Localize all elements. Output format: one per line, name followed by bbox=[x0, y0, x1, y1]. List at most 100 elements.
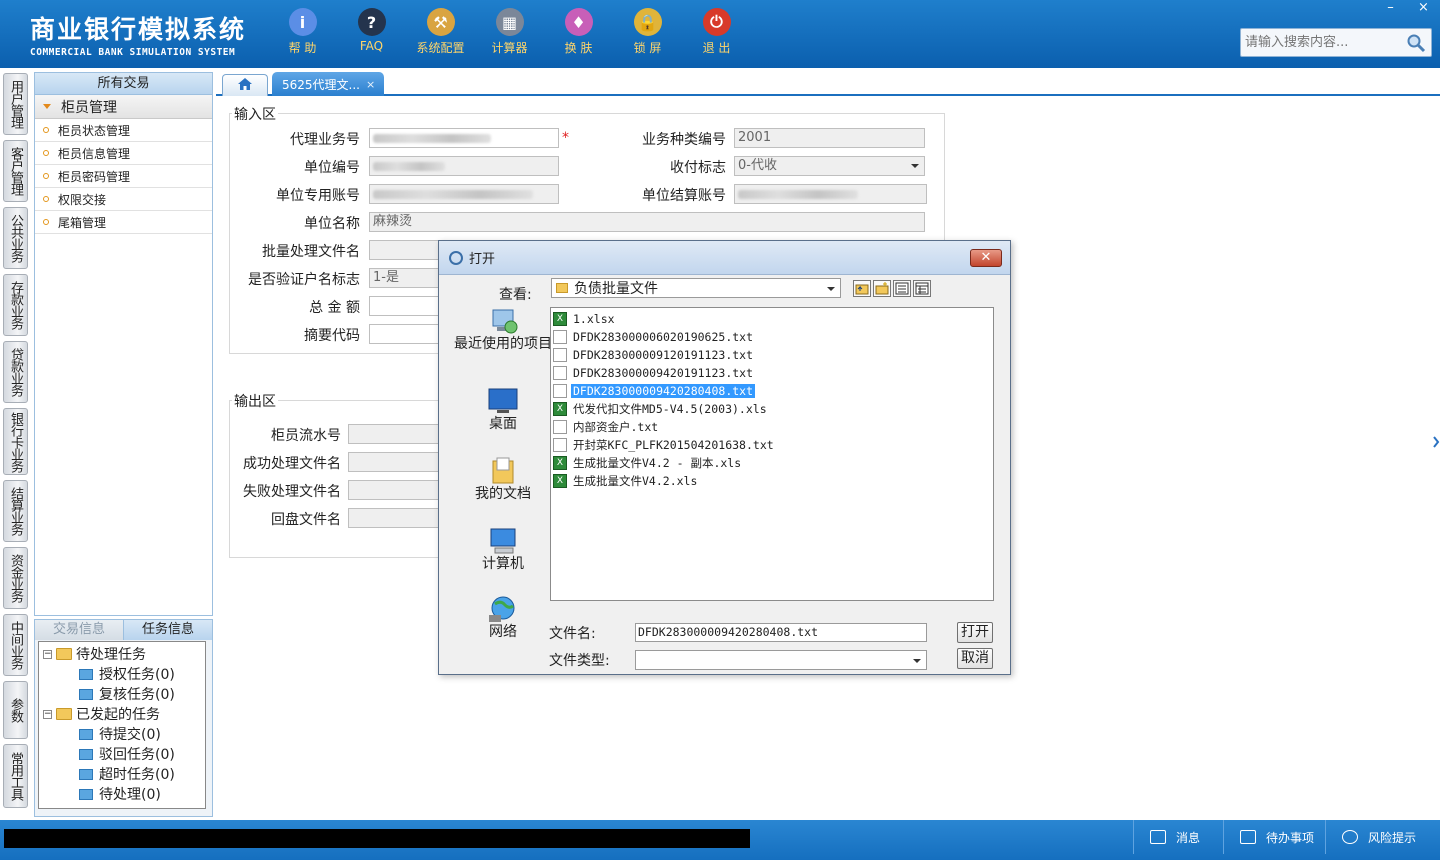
filetype-select[interactable] bbox=[635, 650, 927, 670]
status-message[interactable]: 消息 bbox=[1133, 820, 1223, 854]
module-tab[interactable]: 结算业务 bbox=[3, 480, 28, 542]
batch-file-input[interactable] bbox=[369, 240, 439, 260]
tree-item[interactable]: 驳回任务(0) bbox=[39, 744, 205, 764]
dialog-close-button[interactable]: ✕ bbox=[970, 249, 1002, 267]
nav-item[interactable]: 柜员信息管理 bbox=[35, 142, 212, 165]
collapse-toggle-icon[interactable]: − bbox=[43, 649, 52, 659]
tree-item[interactable]: 授权任务(0) bbox=[39, 664, 205, 684]
place-recent-items[interactable]: 最近使用的项目 bbox=[453, 307, 553, 379]
search-icon[interactable] bbox=[1403, 30, 1429, 56]
summary-code-input[interactable] bbox=[369, 324, 439, 344]
toolbar-info-button[interactable]: i 帮 助 bbox=[268, 6, 337, 62]
tree-item-label: 待处理(0) bbox=[99, 787, 161, 803]
nav-item-label: 权限交接 bbox=[58, 192, 107, 207]
new-folder-button[interactable] bbox=[873, 280, 891, 297]
module-tab[interactable]: 中间业务 bbox=[3, 614, 28, 676]
nav-item[interactable]: 柜员密码管理 bbox=[35, 165, 212, 188]
tree-item[interactable]: 超时任务(0) bbox=[39, 764, 205, 784]
file-item[interactable]: 内部资金户.txt bbox=[551, 418, 993, 436]
module-tab[interactable]: 资金业务 bbox=[3, 547, 28, 609]
file-item[interactable]: X 生成批量文件V4.2 - 副本.xls bbox=[551, 454, 993, 472]
tab-close-icon[interactable]: × bbox=[366, 78, 375, 91]
toolbar-label: 计算器 bbox=[491, 41, 528, 55]
nav-group-teller[interactable]: 柜员管理 bbox=[35, 95, 212, 119]
file-item[interactable]: DFDK283000009420280408.txt bbox=[551, 382, 993, 400]
unit-account-input[interactable] bbox=[369, 184, 559, 204]
module-tab[interactable]: 客户管理 bbox=[3, 140, 28, 202]
module-tab[interactable]: 参数 bbox=[3, 681, 28, 739]
file-item[interactable]: DFDK283000009420191123.txt bbox=[551, 364, 993, 382]
nav-item-list: 柜员状态管理 柜员信息管理 柜员密码管理权限交接尾箱管理 bbox=[35, 119, 212, 234]
nav-item[interactable]: 权限交接 bbox=[35, 188, 212, 211]
module-tab[interactable]: 银行卡业务 bbox=[3, 408, 28, 475]
tree-item[interactable]: 待提交(0) bbox=[39, 724, 205, 744]
total-amount-input[interactable] bbox=[369, 296, 439, 316]
module-tab[interactable]: 存款业务 bbox=[3, 274, 28, 336]
task-tree: − 待处理任务 授权任务(0) 复核任务(0) − 已发起的任务 待提交(0) 驳回任务(0)… bbox=[38, 641, 206, 809]
file-list[interactable]: X 1.xlsx DFDK283000006020190625.txt DFDK283… bbox=[550, 307, 994, 601]
settle-account-input[interactable] bbox=[734, 184, 927, 204]
biz-type-input[interactable]: 2001 bbox=[734, 128, 925, 148]
tab-5625-agency[interactable]: 5625代理文... × bbox=[272, 72, 384, 96]
toolbar-label: 系统配置 bbox=[416, 41, 465, 55]
toolbar-calculator-button[interactable]: ▦ 计算器 bbox=[475, 6, 544, 62]
filename-input[interactable]: DFDK283000009420280408.txt bbox=[635, 623, 927, 642]
file-item[interactable]: X 1.xlsx bbox=[551, 310, 993, 328]
tree-item[interactable]: 待处理(0) bbox=[39, 784, 205, 804]
module-tab[interactable]: 常用工具 bbox=[3, 744, 28, 808]
toolbar-shirt-button[interactable]: ♦ 换 肤 bbox=[544, 6, 613, 62]
tree-group[interactable]: − 待处理任务 bbox=[39, 644, 205, 664]
flag-select[interactable]: 0-代收 bbox=[734, 156, 925, 176]
module-tab[interactable]: 贷款业务 bbox=[3, 341, 28, 403]
module-tab[interactable]: 公共业务 bbox=[3, 207, 28, 269]
place-computer[interactable]: 计算机 bbox=[453, 527, 553, 599]
unit-no-input[interactable] bbox=[369, 156, 559, 176]
file-item[interactable]: X 代发代扣文件MD5-V4.5(2003).xls bbox=[551, 400, 993, 418]
look-in-select[interactable]: 负债批量文件 bbox=[551, 278, 841, 298]
status-message-area bbox=[4, 829, 750, 848]
agent-no-input[interactable] bbox=[369, 128, 559, 148]
toolbar-lock-button[interactable]: 🔒 锁 屏 bbox=[613, 6, 682, 62]
status-todo[interactable]: 待办事项 bbox=[1223, 820, 1323, 854]
shirt-icon: ♦ bbox=[564, 8, 593, 36]
open-button[interactable]: 打开 bbox=[957, 622, 993, 643]
minimize-button[interactable]: – bbox=[1374, 0, 1407, 18]
place-documents[interactable]: 我的文档 bbox=[453, 457, 553, 529]
file-item[interactable]: DFDK283000006020190625.txt bbox=[551, 328, 993, 346]
file-name: 1.xlsx bbox=[573, 312, 615, 326]
file-item[interactable]: DFDK283000009120191123.txt bbox=[551, 346, 993, 364]
dialog-body: 查看: 负债批量文件 最近使用的项目 桌面 我的文档 计算机 网络 X 1.xlsx DFD… bbox=[445, 277, 1004, 670]
file-item[interactable]: X 生成批量文件V4.2.xls bbox=[551, 472, 993, 490]
search-input[interactable] bbox=[1241, 29, 1403, 56]
collapse-toggle-icon[interactable]: − bbox=[43, 709, 52, 719]
tree-item[interactable]: 复核任务(0) bbox=[39, 684, 205, 704]
list-view-button[interactable] bbox=[893, 280, 911, 297]
module-tab[interactable]: 用户管理 bbox=[3, 73, 28, 135]
toolbar-question-button[interactable]: ? FAQ bbox=[337, 6, 406, 62]
task-panel: 交易信息 任务信息 − 待处理任务 授权任务(0) 复核任务(0) − 已发起的任务 待提交… bbox=[34, 619, 213, 817]
status-risk[interactable]: 风险提示 bbox=[1325, 820, 1440, 854]
tree-group[interactable]: − 已发起的任务 bbox=[39, 704, 205, 724]
toolbar-power-button[interactable]: ⏻ 退 出 bbox=[682, 6, 751, 62]
nav-item[interactable]: 尾箱管理 bbox=[35, 211, 212, 234]
nav-item[interactable]: 柜员状态管理 bbox=[35, 119, 212, 142]
bullet-icon bbox=[43, 127, 49, 133]
tab-transaction-info[interactable]: 交易信息 bbox=[35, 620, 124, 640]
up-folder-button[interactable] bbox=[853, 280, 871, 297]
tab-task-info[interactable]: 任务信息 bbox=[124, 620, 212, 640]
verify-select[interactable]: 1-是 bbox=[369, 268, 439, 288]
details-view-button[interactable] bbox=[913, 280, 931, 297]
close-window-button[interactable]: × bbox=[1407, 0, 1440, 18]
cancel-button[interactable]: 取消 bbox=[957, 648, 993, 669]
fail-file-label: 失败处理文件名 bbox=[243, 484, 341, 500]
toolbar-toolbox-button[interactable]: ⚒ 系统配置 bbox=[406, 6, 475, 62]
main-tabs: 5625代理文... × bbox=[216, 72, 1440, 96]
right-collapse-handle[interactable] bbox=[1431, 424, 1440, 460]
tab-home[interactable] bbox=[222, 74, 268, 96]
place-desktop[interactable]: 桌面 bbox=[453, 387, 553, 459]
unit-name-input[interactable]: 麻辣烫 bbox=[369, 212, 925, 232]
place-label: 桌面 bbox=[489, 416, 517, 432]
task-tabs: 交易信息 任务信息 bbox=[35, 620, 212, 640]
file-item[interactable]: 开封菜KFC_PLFK201504201638.txt bbox=[551, 436, 993, 454]
place-network[interactable]: 网络 bbox=[453, 595, 553, 667]
